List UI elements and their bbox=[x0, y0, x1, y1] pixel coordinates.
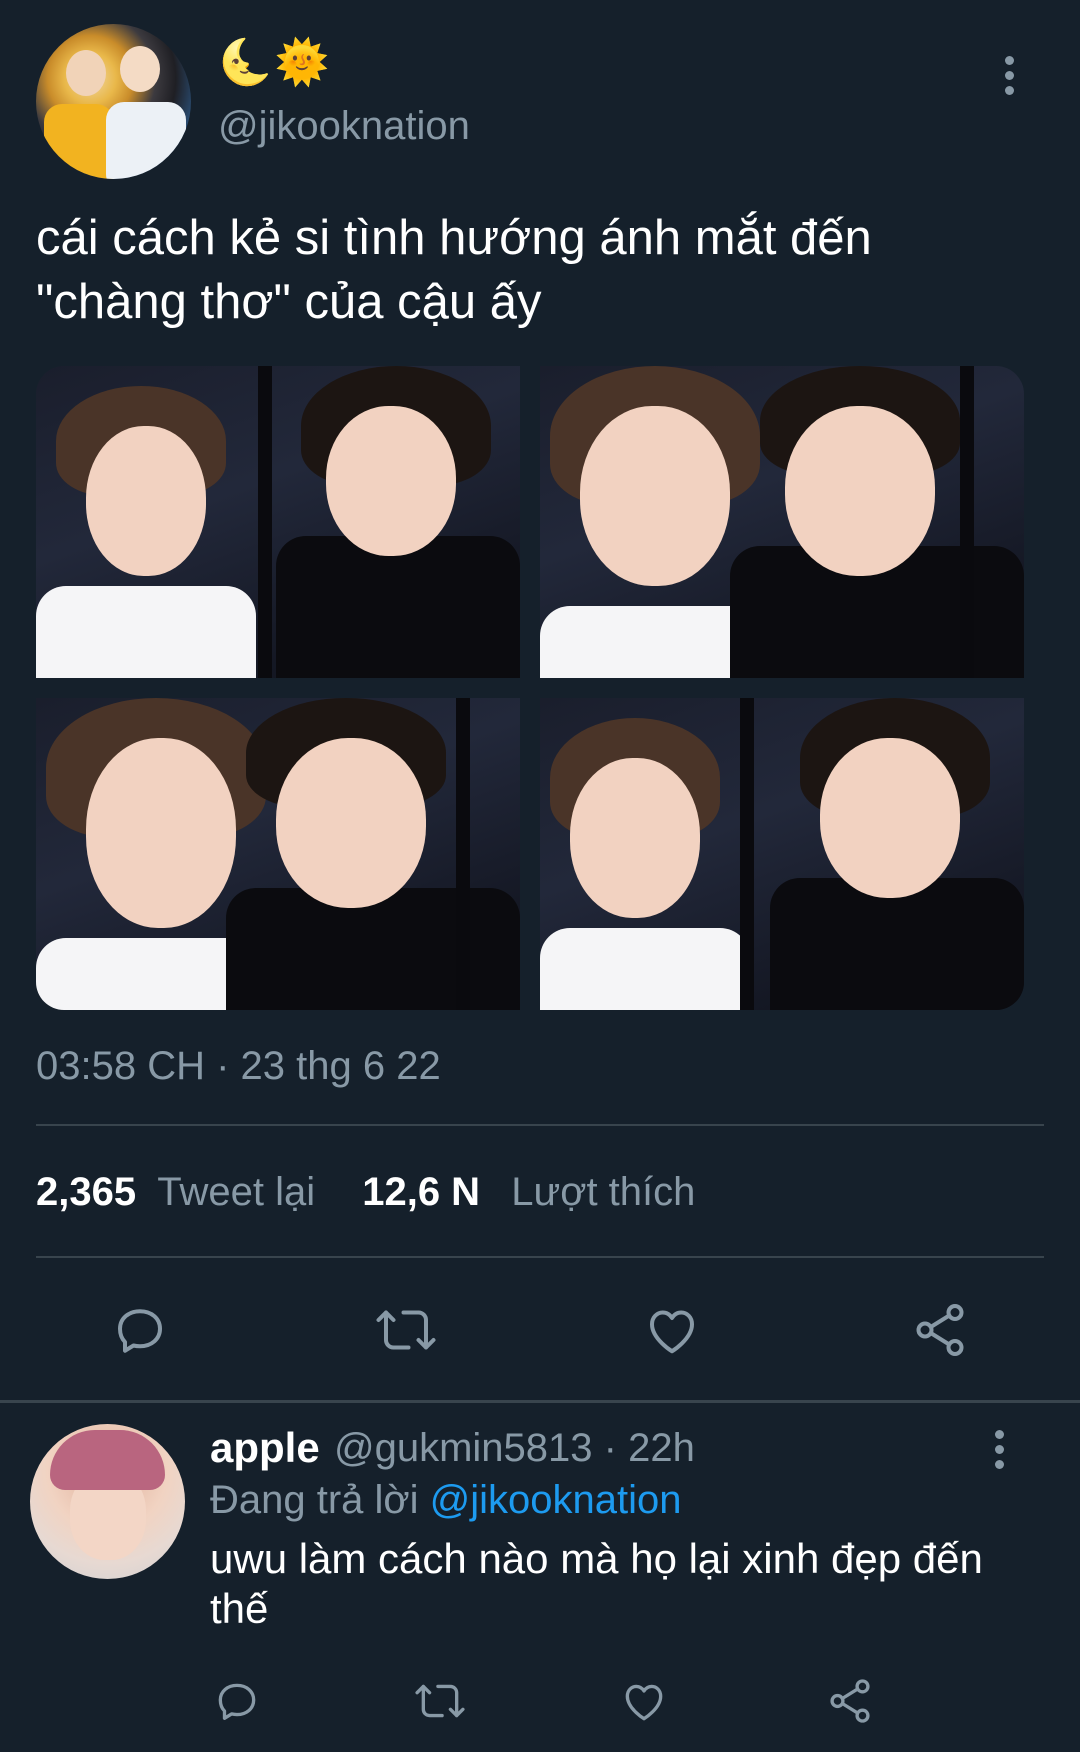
reply-author-avatar[interactable] bbox=[30, 1424, 185, 1579]
divider bbox=[36, 1124, 1044, 1126]
author-avatar[interactable] bbox=[36, 24, 191, 179]
replying-to: Đang trả lời @jikooknation bbox=[210, 1478, 682, 1523]
tweet-photo-4[interactable] bbox=[540, 698, 1024, 1010]
reply-text: uwu làm cách nào mà họ lại xinh đẹp đến … bbox=[210, 1535, 983, 1632]
reply-author-name[interactable]: apple bbox=[210, 1424, 320, 1472]
reply-retweet-icon[interactable] bbox=[412, 1676, 468, 1726]
retweet-label[interactable]: Tweet lại bbox=[157, 1170, 315, 1214]
tweet-timestamp[interactable]: 03:58 CH · 23 thg 6 22 bbox=[36, 1044, 441, 1089]
tweet-photo-2[interactable] bbox=[540, 366, 1024, 678]
reply-reply-icon[interactable] bbox=[212, 1676, 262, 1726]
divider bbox=[36, 1256, 1044, 1258]
tweet-stats: 2,365 Tweet lại 12,6 N Lượt thích bbox=[36, 1170, 695, 1215]
retweet-icon[interactable] bbox=[372, 1300, 440, 1360]
author-handle[interactable]: @jikooknation bbox=[218, 104, 470, 149]
section-divider bbox=[0, 1400, 1080, 1403]
reply-share-icon[interactable] bbox=[824, 1676, 876, 1726]
like-label[interactable]: Lượt thích bbox=[511, 1170, 695, 1214]
tweet-photo-grid bbox=[36, 366, 1026, 1014]
reply-author-handle[interactable]: @gukmin5813 · 22h bbox=[334, 1426, 695, 1471]
tweet-photo-1[interactable] bbox=[36, 366, 520, 678]
share-icon[interactable] bbox=[908, 1300, 972, 1360]
tweet-photo-3[interactable] bbox=[36, 698, 520, 1010]
like-icon[interactable] bbox=[640, 1300, 704, 1360]
reply-like-icon[interactable] bbox=[618, 1676, 670, 1726]
replying-to-label: Đang trả lời bbox=[210, 1478, 419, 1522]
tweet-text: cái cách kẻ si tình hướng ánh mắt đến "c… bbox=[36, 211, 872, 329]
replying-to-mention[interactable]: @jikooknation bbox=[430, 1478, 682, 1522]
reply-more-options-icon[interactable] bbox=[994, 1430, 1006, 1475]
author-display-name[interactable]: 🌜🌞 bbox=[218, 38, 332, 88]
retweet-count[interactable]: 2,365 bbox=[36, 1170, 136, 1214]
more-options-icon[interactable] bbox=[1004, 56, 1016, 101]
like-count[interactable]: 12,6 N bbox=[362, 1170, 480, 1214]
reply-icon[interactable] bbox=[110, 1300, 170, 1360]
